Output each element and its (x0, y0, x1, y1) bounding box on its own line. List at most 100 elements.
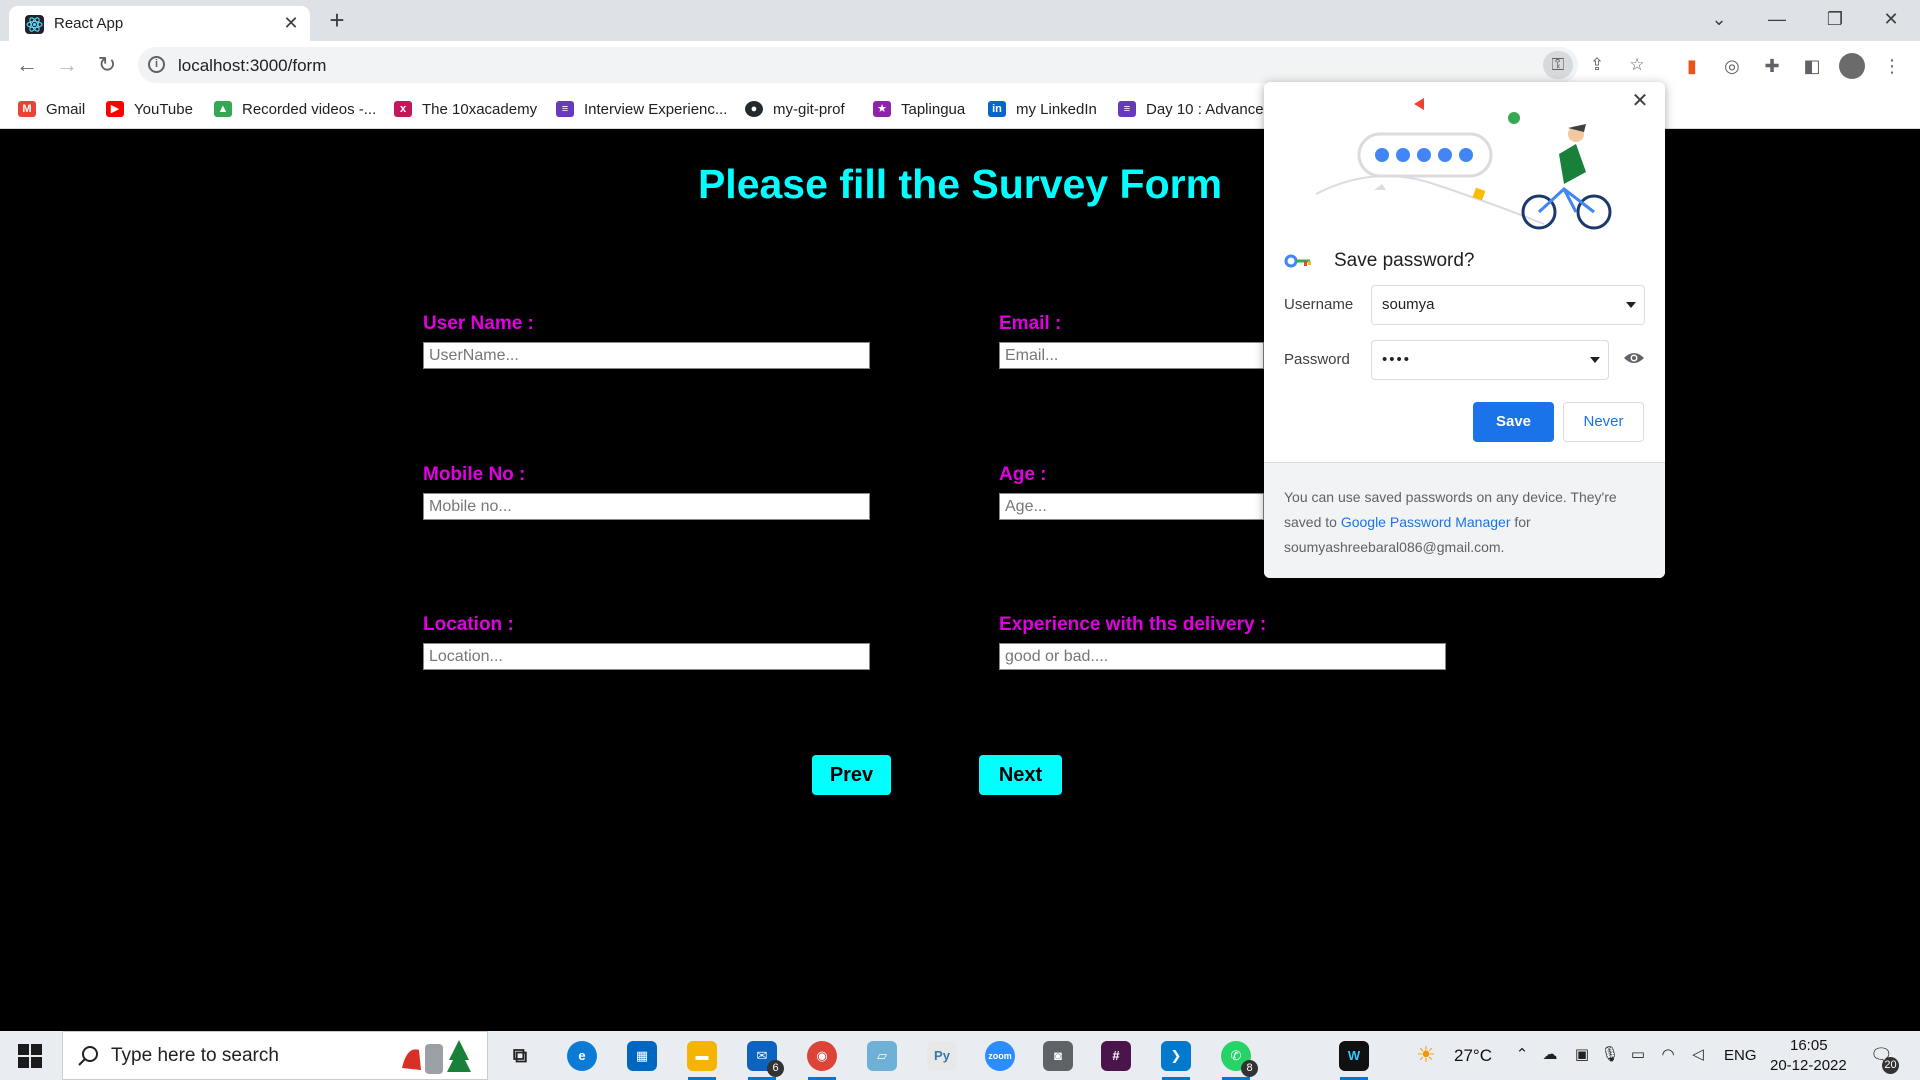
bookmark-star-icon[interactable]: ☆ (1622, 51, 1652, 79)
mail-icon[interactable]: ✉ 6 (738, 1037, 786, 1080)
clock-date[interactable]: 20-12-2022 (1770, 1057, 1847, 1074)
address-bar[interactable]: i localhost:3000/form ⚿ ⇪ ☆ (138, 47, 1645, 83)
extension-icon[interactable]: ▮ (1677, 51, 1707, 81)
experience-input[interactable]: good or bad.... (999, 643, 1446, 670)
reload-icon[interactable]: ↻ (92, 51, 122, 81)
username-select[interactable]: soumya (1371, 285, 1645, 325)
microphone-icon[interactable]: 🎙 (1600, 1045, 1620, 1065)
forms-icon: ≡ (556, 101, 574, 117)
bookmark-10xacademy[interactable]: x The 10xacademy (394, 96, 537, 122)
forms-icon: ≡ (1118, 101, 1136, 117)
search-placeholder: Type here to search (111, 1045, 279, 1066)
forward-icon[interactable]: → (52, 51, 82, 81)
bookmark-interview[interactable]: ≡ Interview Experienc... (556, 96, 727, 122)
share-icon[interactable]: ⇪ (1582, 51, 1612, 79)
age-input[interactable]: Age... (999, 493, 1264, 520)
username-label: User Name : (423, 313, 534, 334)
side-panel-icon[interactable]: ◧ (1797, 51, 1827, 81)
bookmark-recorded-videos[interactable]: ▲ Recorded videos -... (214, 96, 376, 122)
password-select[interactable]: •••• (1371, 340, 1609, 380)
back-icon[interactable]: ← (12, 51, 42, 81)
battery-icon[interactable]: ▭ (1628, 1045, 1648, 1065)
save-password-button[interactable]: Save (1473, 402, 1554, 442)
onedrive-icon[interactable]: ☁ (1540, 1045, 1560, 1065)
bookmark-day10[interactable]: ≡ Day 10 : Advance (1118, 96, 1264, 122)
store-icon[interactable]: ▦ (618, 1037, 666, 1075)
tab-search-icon[interactable]: ⌄ (1690, 0, 1748, 41)
tab-close-icon[interactable]: ✕ (281, 13, 301, 33)
age-label: Age : (999, 464, 1047, 485)
password-value: •••• (1382, 351, 1412, 368)
never-button[interactable]: Never (1563, 402, 1644, 442)
prev-button[interactable]: Prev (812, 755, 891, 795)
windows-taskbar: Type here to search ⧉ e ▦ ▬ ✉ 6 ◉ ▱ Py z… (0, 1031, 1920, 1080)
bookmark-git[interactable]: ● my-git-prof (745, 96, 845, 122)
bookmark-taplingua[interactable]: ★ Taplingua (873, 96, 965, 122)
close-window-icon[interactable]: ✕ (1862, 0, 1920, 41)
chrome-icon[interactable]: ◉ (798, 1037, 846, 1080)
restore-icon[interactable]: ❐ (1806, 0, 1864, 41)
youtube-icon: ▶ (106, 101, 124, 117)
save-password-dialog: ✕ Save password? Username soumya Passwor… (1264, 82, 1665, 578)
new-tab-button[interactable]: + (322, 6, 352, 36)
avatar[interactable] (1837, 51, 1867, 81)
weather-temp[interactable]: 27°C (1454, 1046, 1492, 1066)
whatsapp-badge: 8 (1241, 1060, 1258, 1077)
10x-icon: x (394, 101, 412, 117)
site-info-icon[interactable]: i (148, 56, 165, 73)
more-menu-icon[interactable]: ⋮ (1877, 51, 1907, 81)
taskbar-search[interactable]: Type here to search (62, 1031, 488, 1080)
username-input[interactable]: UserName... (423, 342, 870, 369)
browser-tab[interactable]: React App ✕ (9, 6, 310, 41)
key-icon[interactable]: ⚿ (1543, 51, 1573, 79)
webex-icon[interactable]: W (1330, 1037, 1378, 1080)
taplingua-icon: ★ (873, 101, 891, 117)
whatsapp-icon[interactable]: ✆ 8 (1212, 1037, 1260, 1080)
task-view-icon[interactable]: ⧉ (496, 1037, 544, 1075)
mobile-input[interactable]: Mobile no... (423, 493, 870, 520)
wifi-icon[interactable]: ◠ (1658, 1045, 1678, 1065)
notes-icon[interactable]: ▱ (858, 1037, 906, 1075)
footer-text: for (1510, 514, 1531, 530)
email-input[interactable]: Email... (999, 342, 1264, 369)
bookmark-linkedin[interactable]: in my LinkedIn (988, 96, 1097, 122)
bookmark-label: YouTube (134, 100, 193, 118)
meet-icon[interactable]: ▣ (1572, 1045, 1592, 1065)
bookmark-label: The 10xacademy (422, 100, 538, 118)
zoom-icon[interactable]: zoom (976, 1037, 1024, 1075)
slack-icon[interactable]: # (1092, 1037, 1140, 1075)
chevron-up-icon[interactable]: ⌃ (1512, 1045, 1532, 1065)
language-indicator[interactable]: ENG (1724, 1047, 1757, 1064)
bookmark-youtube[interactable]: ▶ YouTube (106, 96, 193, 122)
camera-icon[interactable]: ◙ (1034, 1037, 1082, 1075)
drive-icon: ▲ (214, 101, 232, 117)
github-icon: ● (745, 101, 763, 117)
windows-start-icon[interactable] (18, 1044, 42, 1068)
mobile-label: Mobile No : (423, 464, 526, 485)
puzzle-icon[interactable]: ✚ (1757, 51, 1787, 81)
extension-icon[interactable]: ◎ (1717, 51, 1747, 81)
weather-icon[interactable]: ☀ (1416, 1044, 1436, 1066)
bookmark-gmail[interactable]: M Gmail (18, 96, 85, 122)
username-value: soumya (1382, 296, 1435, 313)
bookmark-label: Taplingua (901, 100, 966, 118)
tab-title: React App (54, 15, 124, 32)
mail-badge: 6 (767, 1060, 784, 1077)
minimize-icon[interactable]: — (1748, 0, 1806, 41)
gmail-icon: M (18, 101, 36, 117)
password-field-label: Password (1284, 351, 1350, 368)
password-manager-link[interactable]: Google Password Manager (1341, 514, 1511, 530)
location-input[interactable]: Location... (423, 643, 870, 670)
edge-icon[interactable]: e (558, 1037, 606, 1075)
url-text: localhost:3000/form (178, 56, 327, 75)
linkedin-icon: in (988, 101, 1006, 117)
python-icon[interactable]: Py (918, 1037, 966, 1075)
file-explorer-icon[interactable]: ▬ (678, 1037, 726, 1080)
vscode-icon[interactable]: ❯ (1152, 1037, 1200, 1080)
popup-header: Save password? (1284, 250, 1474, 272)
next-button[interactable]: Next (979, 755, 1062, 795)
eye-icon[interactable] (1623, 351, 1645, 365)
volume-icon[interactable]: ◁ (1688, 1045, 1708, 1065)
clock-time[interactable]: 16:05 (1790, 1037, 1828, 1054)
react-icon (25, 15, 44, 34)
